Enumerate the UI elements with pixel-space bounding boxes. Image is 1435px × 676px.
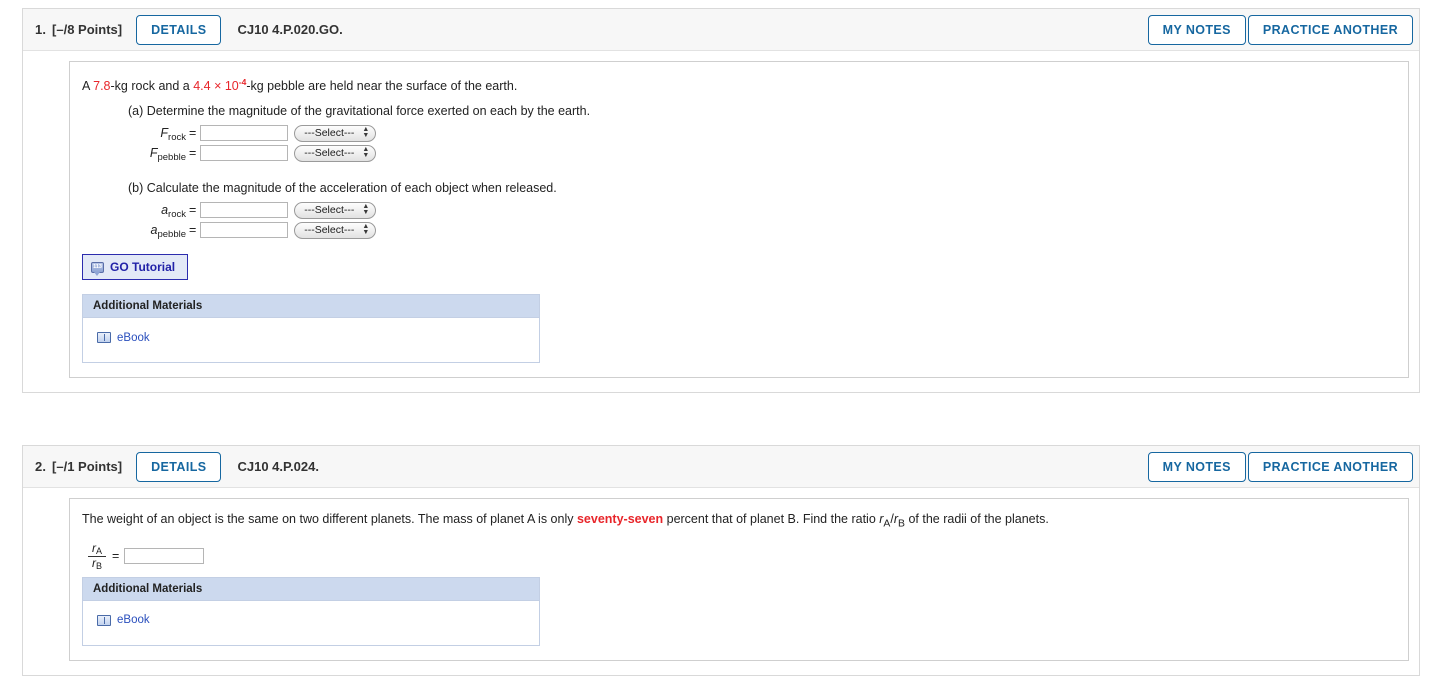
- ebook-label-2: eBook: [117, 614, 150, 627]
- q2-prompt-seg-3: of the radii of the planets.: [904, 512, 1049, 527]
- additional-materials-body-2: eBook: [83, 600, 539, 645]
- q2-ratio-denominator-sub: B: [898, 518, 905, 530]
- prompt-value-rock-mass: 7.8: [93, 79, 111, 94]
- q2-prompt-seg-1: The weight of an object is the same on t…: [82, 512, 577, 527]
- equals-a-pebble: =: [189, 222, 197, 237]
- additional-materials-body-1: eBook: [83, 318, 539, 363]
- subscript-a-pebble: pebble: [157, 228, 186, 240]
- book-icon-2: [97, 614, 111, 626]
- prompt-seg-3: -kg pebble are held near the surface of …: [246, 79, 518, 94]
- question-1-number: 1.: [35, 22, 47, 37]
- details-button-1[interactable]: DETAILS: [136, 14, 222, 45]
- question-1-header-actions: MY NOTES PRACTICE ANOTHER: [1146, 14, 1413, 45]
- label-f-rock: Frock: [128, 125, 188, 143]
- answer-row-a-pebble: apebble = ---Select--- ▲ ▼: [128, 220, 1394, 240]
- equals-f-rock: =: [189, 125, 197, 140]
- go-tutorial-label: GO Tutorial: [110, 260, 176, 275]
- prompt-times-symbol: ×: [210, 79, 225, 94]
- my-notes-button-2[interactable]: MY NOTES: [1147, 451, 1246, 482]
- answer-row-f-pebble: Fpebble = ---Select--- ▲ ▼: [128, 143, 1394, 163]
- book-icon-1: [97, 332, 111, 344]
- details-button-2[interactable]: DETAILS: [136, 451, 222, 482]
- question-2-points: [–/1 Points]: [52, 459, 123, 475]
- select-unit-a-pebble[interactable]: ---Select---: [294, 221, 377, 239]
- symbol-a-rock: a: [161, 202, 169, 217]
- tutorial-icon: 113: [91, 261, 104, 276]
- label-f-pebble: Fpebble: [128, 146, 188, 163]
- select-wrap-a-rock: ---Select--- ▲ ▼: [294, 200, 377, 219]
- question-1-panel: A 7.8-kg rock and a 4.4 × 10-4-kg pebble…: [69, 61, 1409, 379]
- prompt-seg-1: A: [82, 79, 94, 94]
- question-2-number: 2.: [35, 459, 47, 475]
- assignment-page: 1. [–/8 Points] DETAILS CJ10 4.P.020.GO.…: [0, 0, 1435, 676]
- select-unit-f-rock[interactable]: ---Select---: [294, 124, 377, 142]
- question-card-2: 2. [–/1 Points] DETAILS CJ10 4.P.024. MY…: [22, 445, 1420, 676]
- question-2-header: 2. [–/1 Points] DETAILS CJ10 4.P.024. MY…: [23, 446, 1419, 489]
- additional-materials-panel-2: Additional Materials eBook: [82, 576, 540, 646]
- question-2-header-actions: MY NOTES PRACTICE ANOTHER: [1146, 451, 1413, 482]
- question-1-part-b-text: (b) Calculate the magnitude of the accel…: [128, 181, 557, 196]
- input-f-rock[interactable]: [200, 124, 289, 141]
- additional-materials-title-1: Additional Materials: [83, 295, 539, 319]
- question-2-panel: The weight of an object is the same on t…: [69, 498, 1409, 661]
- additional-materials-panel-1: Additional Materials eBook: [82, 294, 540, 364]
- go-tutorial-button[interactable]: 113 GO Tutorial: [82, 254, 189, 281]
- select-wrap-f-rock: ---Select--- ▲ ▼: [294, 123, 377, 142]
- question-2-body: The weight of an object is the same on t…: [23, 488, 1419, 675]
- ebook-label-1: eBook: [117, 331, 150, 344]
- subscript-rock: rock: [168, 131, 186, 143]
- question-1-body: A 7.8-kg rock and a 4.4 × 10-4-kg pebble…: [23, 51, 1419, 392]
- select-box-a-rock: ---Select--- ▲ ▼: [294, 200, 377, 219]
- equals-a-rock: =: [189, 202, 197, 217]
- input-f-pebble[interactable]: [200, 144, 289, 161]
- prompt-power-base: 10: [224, 79, 239, 94]
- select-box-a-pebble: ---Select--- ▲ ▼: [294, 220, 377, 239]
- select-box-f-pebble: ---Select--- ▲ ▼: [294, 143, 377, 162]
- answer-row-a-rock: arock = ---Select--- ▲ ▼: [128, 200, 1394, 220]
- select-unit-a-rock[interactable]: ---Select---: [294, 201, 377, 219]
- my-notes-button-1[interactable]: MY NOTES: [1147, 14, 1246, 45]
- question-1-header: 1. [–/8 Points] DETAILS CJ10 4.P.020.GO.…: [23, 9, 1419, 51]
- fraction-num-sub: A: [96, 545, 103, 556]
- question-2-tag: CJ10 4.P.024.: [237, 459, 319, 475]
- select-unit-f-pebble[interactable]: ---Select---: [294, 144, 377, 162]
- input-a-rock[interactable]: [200, 201, 289, 218]
- question-1-tag: CJ10 4.P.020.GO.: [237, 22, 343, 37]
- q2-prompt-seg-2: percent that of planet B. Find the ratio: [663, 512, 880, 527]
- label-a-rock: arock: [128, 202, 188, 220]
- ebook-link-1[interactable]: eBook: [97, 332, 150, 344]
- question-1-part-b-rows: arock = ---Select--- ▲ ▼ apebble = ---Se…: [128, 200, 1394, 240]
- question-2-answer-row: rA rB =: [88, 540, 1394, 571]
- symbol-f-rock: F: [160, 125, 169, 140]
- prompt-value-pebble-mass: 4.4: [193, 79, 211, 94]
- ebook-link-2[interactable]: eBook: [97, 614, 150, 626]
- select-wrap-f-pebble: ---Select--- ▲ ▼: [294, 143, 377, 162]
- fraction-den-sub: B: [96, 560, 103, 571]
- answer-row-f-rock: Frock = ---Select--- ▲ ▼: [128, 123, 1394, 143]
- question-card-1: 1. [–/8 Points] DETAILS CJ10 4.P.020.GO.…: [22, 8, 1420, 394]
- ratio-fraction: rA rB: [88, 540, 107, 571]
- fraction-equals: =: [112, 548, 120, 563]
- question-1-part-a-text: (a) Determine the magnitude of the gravi…: [128, 104, 591, 119]
- practice-another-button-1[interactable]: PRACTICE ANOTHER: [1247, 14, 1413, 45]
- select-wrap-a-pebble: ---Select--- ▲ ▼: [294, 220, 377, 239]
- q2-prompt-percent-value: seventy-seven: [576, 512, 664, 527]
- question-2-prompt: The weight of an object is the same on t…: [82, 511, 1394, 533]
- fraction-denominator: rB: [88, 555, 106, 571]
- input-a-pebble[interactable]: [200, 221, 289, 238]
- select-box-f-rock: ---Select--- ▲ ▼: [294, 123, 377, 142]
- question-1-part-a-rows: Frock = ---Select--- ▲ ▼ Fpebble = ---Se…: [128, 123, 1394, 163]
- practice-another-button-2[interactable]: PRACTICE ANOTHER: [1247, 451, 1413, 482]
- additional-materials-title-2: Additional Materials: [83, 577, 539, 601]
- input-ratio-answer[interactable]: [124, 547, 205, 564]
- subscript-pebble: pebble: [157, 151, 186, 163]
- label-a-pebble: apebble: [128, 223, 188, 240]
- equals-f-pebble: =: [189, 145, 197, 160]
- card-gap: [0, 393, 1435, 445]
- prompt-seg-2: -kg rock and a: [110, 79, 194, 94]
- question-1-points: [–/8 Points]: [52, 22, 123, 37]
- subscript-a-rock: rock: [168, 208, 186, 220]
- question-1-prompt: A 7.8-kg rock and a 4.4 × 10-4-kg pebble…: [82, 74, 1394, 95]
